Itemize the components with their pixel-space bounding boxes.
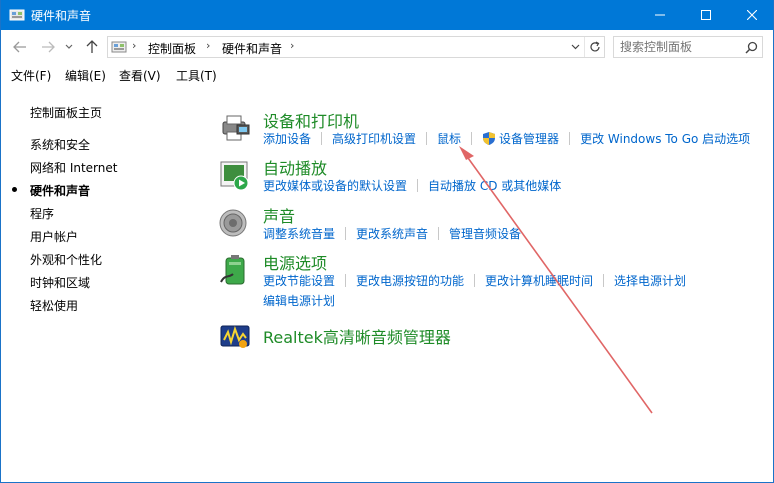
breadcrumb-item[interactable]: 控制面板 xyxy=(148,40,196,57)
chevron-down-icon xyxy=(571,44,579,50)
link-power-saving-settings[interactable]: 更改节能设置 xyxy=(263,274,335,288)
link-sleep-time[interactable]: 更改计算机睡眠时间 xyxy=(485,274,593,288)
link-manage-audio-devices[interactable]: 管理音频设备 xyxy=(449,227,521,241)
link-separator xyxy=(345,227,347,240)
menu-view[interactable]: 查看(V) xyxy=(119,67,161,84)
refresh-icon xyxy=(589,41,600,52)
category-title[interactable]: 声音 xyxy=(263,203,295,227)
up-button[interactable] xyxy=(83,38,101,56)
link-windows-to-go[interactable]: 更改 Windows To Go 启动选项 xyxy=(580,132,750,146)
link-change-media-defaults[interactable]: 更改媒体或设备的默认设置 xyxy=(263,179,407,193)
sidebar-item-system-security[interactable]: 系统和安全 xyxy=(30,136,90,153)
chevron-down-icon xyxy=(65,44,73,49)
category-title[interactable]: 电源选项 xyxy=(263,250,327,274)
category-realtek-audio: Realtek高清晰音频管理器 xyxy=(211,318,771,354)
link-edit-power-plan[interactable]: 编辑电源计划 xyxy=(263,294,335,308)
sidebar-item-programs[interactable]: 程序 xyxy=(30,205,54,222)
uac-shield-icon xyxy=(483,132,496,145)
link-separator xyxy=(345,274,347,287)
breadcrumb-separator: › xyxy=(206,39,211,52)
recent-locations-button[interactable] xyxy=(63,38,75,56)
maximize-button[interactable] xyxy=(683,0,729,30)
sidebar: 控制面板主页 系统和安全 网络和 Internet 硬件和声音 程序 用户帐户 … xyxy=(1,87,201,482)
link-choose-power-plan[interactable]: 选择电源计划 xyxy=(614,274,686,288)
printer-icon xyxy=(222,115,250,141)
sidebar-item-home[interactable]: 控制面板主页 xyxy=(30,104,102,121)
link-autoplay-cd[interactable]: 自动播放 CD 或其他媒体 xyxy=(428,179,561,193)
minimize-icon xyxy=(655,14,665,16)
link-separator xyxy=(426,132,428,145)
menu-tools[interactable]: 工具(T) xyxy=(176,67,217,84)
category-devices-printers: 设备和打印机 添加设备 高级打印机设置 鼠标 设备管理器 更改 Windows To G… xyxy=(211,106,771,150)
category-links: 添加设备 高级打印机设置 鼠标 设备管理器 更改 Windows To Go 启动选项 xyxy=(263,130,750,147)
back-arrow-icon xyxy=(13,41,26,53)
navigation-bar: › 控制面板 › 硬件和声音 › xyxy=(1,30,773,63)
category-links: 更改媒体或设备的默认设置 自动播放 CD 或其他媒体 xyxy=(263,177,561,194)
category-links: 调整系统音量 更改系统声音 管理音频设备 xyxy=(263,225,521,242)
link-separator xyxy=(438,227,440,240)
search-box[interactable] xyxy=(613,36,763,58)
minimize-button[interactable] xyxy=(637,0,683,30)
breadcrumb-separator: › xyxy=(132,39,137,52)
link-separator xyxy=(471,132,473,145)
menu-edit[interactable]: 编辑(E) xyxy=(65,67,106,84)
menu-file[interactable]: 文件(F) xyxy=(11,67,51,84)
address-dropdown-button[interactable] xyxy=(566,37,584,57)
forward-arrow-icon xyxy=(42,41,55,53)
link-adjust-volume[interactable]: 调整系统音量 xyxy=(263,227,335,241)
up-arrow-icon xyxy=(86,40,98,53)
link-separator xyxy=(417,179,419,192)
breadcrumb-separator: › xyxy=(290,39,295,52)
menu-bar: 文件(F) 编辑(E) 查看(V) 工具(T) xyxy=(1,63,773,87)
sidebar-item-hardware-sound[interactable]: 硬件和声音 xyxy=(30,182,90,199)
category-title[interactable]: 自动播放 xyxy=(263,155,327,179)
category-title[interactable]: Realtek高清晰音频管理器 xyxy=(263,324,451,348)
link-power-button-function[interactable]: 更改电源按钮的功能 xyxy=(356,274,464,288)
sidebar-item-appearance[interactable]: 外观和个性化 xyxy=(30,251,102,268)
address-bar[interactable]: › 控制面板 › 硬件和声音 › xyxy=(107,36,605,58)
search-input[interactable] xyxy=(614,37,742,57)
realtek-audio-icon xyxy=(220,325,250,348)
sidebar-item-network[interactable]: 网络和 Internet xyxy=(30,159,117,176)
link-separator xyxy=(603,274,605,287)
autoplay-icon xyxy=(220,161,249,191)
close-button[interactable] xyxy=(729,0,773,30)
link-add-device[interactable]: 添加设备 xyxy=(263,132,311,146)
active-bullet xyxy=(12,187,17,192)
forward-button[interactable] xyxy=(39,38,57,56)
breadcrumb-item[interactable]: 硬件和声音 xyxy=(222,40,282,57)
maximize-icon xyxy=(701,10,711,20)
category-autoplay: 自动播放 更改媒体或设备的默认设置 自动播放 CD 或其他媒体 xyxy=(211,153,771,197)
category-power-options: 电源选项 更改节能设置 更改电源按钮的功能 更改计算机睡眠时间 选择电源计划 编辑电源… xyxy=(211,248,771,310)
title-bar: 硬件和声音 xyxy=(1,0,773,30)
search-icon[interactable] xyxy=(742,39,760,55)
control-panel-icon xyxy=(111,41,127,53)
sidebar-item-ease-of-access[interactable]: 轻松使用 xyxy=(30,297,78,314)
link-device-manager[interactable]: 设备管理器 xyxy=(499,132,559,146)
refresh-button[interactable] xyxy=(584,37,604,57)
close-icon xyxy=(747,10,757,20)
battery-icon xyxy=(220,255,245,285)
link-separator xyxy=(474,274,476,287)
control-panel-window: 硬件和声音 › 控制面板 › 硬件和声音 › 搜索控制面板 文件(F) 编辑(E… xyxy=(0,0,774,483)
category-sound: 声音 调整系统音量 更改系统声音 管理音频设备 xyxy=(211,201,771,245)
link-change-system-sounds[interactable]: 更改系统声音 xyxy=(356,227,428,241)
window-title: 硬件和声音 xyxy=(31,9,92,23)
category-links: 更改节能设置 更改电源按钮的功能 更改计算机睡眠时间 选择电源计划 xyxy=(263,272,686,289)
sidebar-item-user-accounts[interactable]: 用户帐户 xyxy=(30,228,78,245)
sidebar-item-clock-region[interactable]: 时钟和区域 xyxy=(30,274,90,291)
category-title[interactable]: 设备和打印机 xyxy=(263,108,359,132)
link-separator xyxy=(321,132,323,145)
back-button[interactable] xyxy=(11,38,29,56)
category-links-row2: 编辑电源计划 xyxy=(263,292,335,309)
control-panel-icon xyxy=(9,9,25,21)
speaker-icon xyxy=(219,209,247,237)
link-mouse[interactable]: 鼠标 xyxy=(437,132,461,146)
link-advanced-printer-settings[interactable]: 高级打印机设置 xyxy=(332,132,416,146)
link-separator xyxy=(569,132,571,145)
